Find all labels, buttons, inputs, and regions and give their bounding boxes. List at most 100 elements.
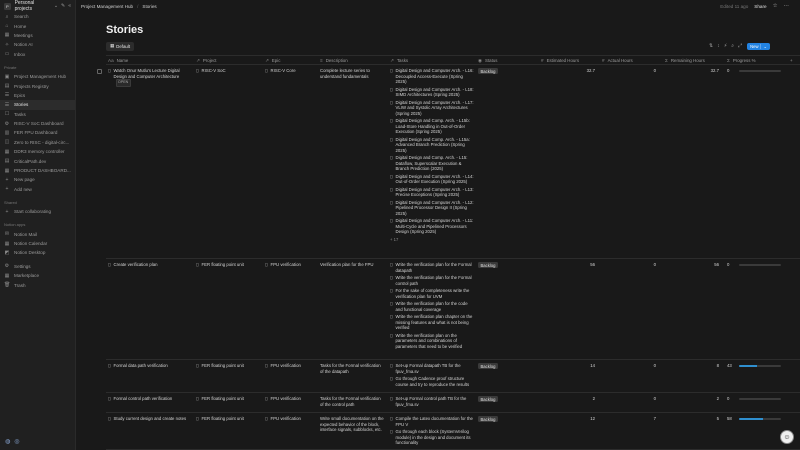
cell-project[interactable]: ▯ FER floating point unit xyxy=(196,262,258,268)
sidebar-item-private-4[interactable]: ☐ Tasks xyxy=(0,110,75,119)
cell-actual-hours[interactable]: 0 xyxy=(602,68,656,74)
sidebar-item-top-3[interactable]: ✧ Notion AI xyxy=(0,40,75,49)
table-row[interactable]: ▯ Study current design and create notes ▯ F… xyxy=(106,413,800,450)
cell-remaining-hours[interactable]: 56 xyxy=(665,262,719,268)
add-column-icon[interactable]: + xyxy=(790,56,793,65)
task-link[interactable]: ▯ Write the verification plan for the cod… xyxy=(390,301,474,312)
column-header-1[interactable]: ↗ Project xyxy=(196,56,258,65)
new-page-icon[interactable]: ✎ xyxy=(61,3,65,9)
sidebar-item-private-5[interactable]: ⚙ RISC-V SoC Dashboard xyxy=(0,119,75,128)
task-link[interactable]: ▯ Write the verification plan for the For… xyxy=(390,262,474,273)
sidebar-item-private-3[interactable]: ☰ Stories xyxy=(0,100,75,110)
cell-actual-hours[interactable]: 7 xyxy=(602,416,656,422)
sidebar-item-top-0[interactable]: ⌕ Search xyxy=(0,12,75,21)
cell-project[interactable]: ▯ FER floating point unit xyxy=(196,416,258,422)
cell-epic[interactable]: ▯ FPU verification xyxy=(265,396,317,402)
cell-tasks[interactable]: ▯ Set-up Formal control path TB for the f… xyxy=(390,396,474,409)
table-row[interactable]: ▯ Create verification plan ▯ FER floating p… xyxy=(106,259,800,360)
star-icon[interactable]: ☆ xyxy=(773,3,778,9)
cell-project[interactable]: ▯ FER floating point unit xyxy=(196,363,258,369)
chevron-down-icon[interactable]: ⌄ xyxy=(760,43,767,49)
chevron-down-icon[interactable]: ⌄ xyxy=(54,3,58,9)
cell-name[interactable]: ▯ Study current design and create notes xyxy=(108,416,188,422)
sidebar-item-private-6[interactable]: ▥ FER FPU Dashboard xyxy=(0,128,75,137)
automation-icon[interactable]: ⚡ xyxy=(724,43,728,49)
story-name[interactable]: Formal data path verification xyxy=(114,363,168,368)
table-row[interactable]: ▯ Formal data path verification ▯ FER float… xyxy=(106,360,800,393)
cell-status[interactable]: Backlog xyxy=(478,262,498,268)
sidebar-item-private-2[interactable]: ☰ Epics xyxy=(0,91,75,100)
cell-actual-hours[interactable]: 0 xyxy=(602,363,656,369)
new-button[interactable]: New ⌄ xyxy=(747,42,770,50)
sidebar-item-top-2[interactable]: ▦ Meetings xyxy=(0,31,75,40)
chevron-double-left-icon[interactable]: « xyxy=(68,3,71,9)
column-header-8[interactable]: Σ Remaining Hours xyxy=(665,56,723,65)
cell-remaining-hours[interactable]: 5 xyxy=(665,416,719,422)
cell-description[interactable]: Complete lecture series to understand fu… xyxy=(320,68,384,79)
sidebar-item-bottom-1[interactable]: ▦ Marketplace xyxy=(0,271,75,280)
cell-epic[interactable]: ▯ RISC-V Core xyxy=(265,68,317,74)
task-link[interactable]: ▯ Digital Design and Computer Arch. - L12… xyxy=(390,200,474,217)
sidebar-item-private-0[interactable]: ▣ Project Management Hub xyxy=(0,72,75,81)
project-link[interactable]: FER floating point unit xyxy=(202,396,244,402)
breadcrumb-hub[interactable]: Project Management Hub xyxy=(81,4,133,9)
task-link[interactable]: ▯ Digital Design and Computer Arch. - L14… xyxy=(390,174,474,185)
sidebar-item-private-9[interactable]: ▤ CriticalPath.dev xyxy=(0,156,75,165)
cell-project[interactable]: ▯ FER floating point unit xyxy=(196,396,258,402)
help-icon[interactable]: ◍ xyxy=(5,438,10,445)
cell-estimated-hours[interactable]: 56 xyxy=(541,262,595,268)
sidebar-item-shared-0[interactable]: + Start collaborating xyxy=(0,207,75,216)
cell-status[interactable]: Backlog xyxy=(478,396,498,402)
epic-link[interactable]: FPU verification xyxy=(271,396,301,402)
cell-description[interactable]: Verification plan for the FPU xyxy=(320,262,384,268)
cell-estimated-hours[interactable]: 2 xyxy=(541,396,595,402)
project-link[interactable]: FER floating point unit xyxy=(202,363,244,369)
workspace-switcher[interactable]: P Personal projects ⌄ ✎ « xyxy=(0,0,75,12)
epic-link[interactable]: FPU verification xyxy=(271,416,301,422)
cell-tasks[interactable]: ▯ Set-up Formal datapath TB for the fpuv_… xyxy=(390,363,474,389)
task-link[interactable]: ▯ Set-up Formal control path TB for the f… xyxy=(390,396,474,407)
filter-icon[interactable]: ⇅ xyxy=(709,43,713,49)
sidebar-item-bottom-0[interactable]: ⚙ Settings xyxy=(0,262,75,271)
task-link[interactable]: ▯ Go through each block (SystemVerilog mo… xyxy=(390,429,474,446)
sidebar-item-private-11[interactable]: + New page xyxy=(0,175,75,184)
table-row[interactable]: ▯ Watch Onur Mutlu's Lecture Digital Desi… xyxy=(97,65,800,259)
column-header-6[interactable]: # Estimated Hours xyxy=(541,56,599,65)
column-header-4[interactable]: ↗ Tasks xyxy=(390,56,474,65)
cell-epic[interactable]: ▯ FPU verification xyxy=(265,416,317,422)
epic-link[interactable]: FPU verification xyxy=(271,363,301,369)
column-header-7[interactable]: # Actual Hours xyxy=(602,56,660,65)
task-link[interactable]: ▯ Digital Design and Computer Arch. - L17… xyxy=(390,100,474,117)
sidebar-item-private-7[interactable]: ◫ Zero to RISC - digital-circ... xyxy=(0,138,75,147)
sidebar-item-app-2[interactable]: ◩ Notion Desktop xyxy=(0,248,75,257)
task-link[interactable]: ▯ Set-up Formal datapath TB for the fpuv_… xyxy=(390,363,474,374)
cell-estimated-hours[interactable]: 12 xyxy=(541,416,595,422)
cell-tasks[interactable]: ▯ Write the verification plan for the For… xyxy=(390,262,474,351)
breadcrumb-stories[interactable]: Stories xyxy=(142,4,156,9)
story-name[interactable]: Create verification plan xyxy=(114,262,158,267)
column-header-5[interactable]: ◉ Status xyxy=(478,56,536,65)
share-button[interactable]: Share xyxy=(754,4,766,9)
cell-remaining-hours[interactable]: 2 xyxy=(665,396,719,402)
project-link[interactable]: FER floating point unit xyxy=(202,262,244,268)
cell-status[interactable]: Backlog xyxy=(478,68,498,74)
cell-status[interactable]: Backlog xyxy=(478,363,498,369)
search-icon[interactable]: ⌕ xyxy=(731,43,734,49)
cell-remaining-hours[interactable]: 8 xyxy=(665,363,719,369)
column-header-3[interactable]: ≡ Description xyxy=(320,56,384,65)
story-name[interactable]: Watch Onur Mutlu's Lecture Digital Desig… xyxy=(114,68,180,79)
sidebar-item-private-10[interactable]: ▦ PRODUCT DASHBOARD... xyxy=(0,166,75,175)
story-name[interactable]: Formal control path verification xyxy=(114,396,173,401)
cell-tasks[interactable]: ▯ Compile the Latex documentation for the… xyxy=(390,416,474,448)
task-link[interactable]: ▯ Digital Design and Comp. Arch. - L15: D… xyxy=(390,155,474,172)
invite-icon[interactable]: ◎ xyxy=(14,438,19,445)
task-link[interactable]: ▯ Write the verification plan chapter on … xyxy=(390,314,474,331)
task-link[interactable]: ▯ Digital Design and Computer Arch. - L13… xyxy=(390,187,474,198)
column-header-2[interactable]: ↗ Epic xyxy=(265,56,317,65)
cell-epic[interactable]: ▯ FPU verification xyxy=(265,262,317,268)
more-tasks-link[interactable]: + 17 xyxy=(390,237,474,243)
open-button[interactable]: OPEN xyxy=(115,79,131,87)
assistant-face-icon[interactable]: ☺ xyxy=(780,430,794,444)
project-link[interactable]: RISC-V SoC xyxy=(202,68,226,74)
task-link[interactable]: ▯ Digital Design and Comp. Arch. - L15b: … xyxy=(390,118,474,135)
